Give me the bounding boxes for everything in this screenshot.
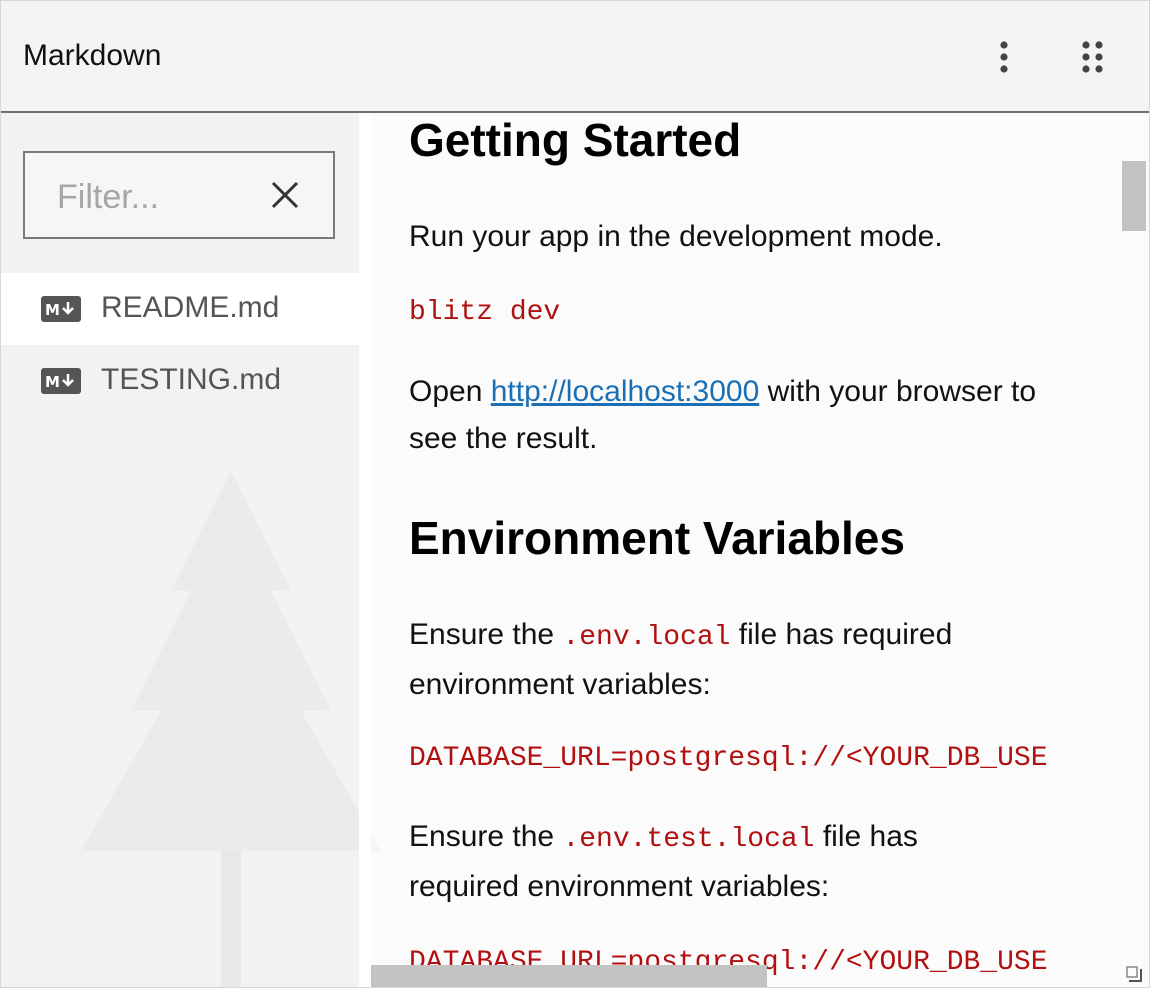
inline-code: .env.test.local [562,824,815,855]
markdown-window: Markdown M README.md [0,0,1150,988]
vertical-scrollbar-thumb[interactable] [1122,161,1146,231]
file-item-readme[interactable]: M README.md [1,273,359,345]
close-icon[interactable] [267,177,303,213]
paragraph: Ensure the .env.test.local file has requ… [409,813,989,910]
markdown-icon: M [41,296,81,322]
file-sidebar: M README.md M TESTING.md [1,113,359,987]
heading-getting-started: Getting Started [409,114,742,166]
paragraph: Open http://localhost:3000 with your bro… [409,368,1089,462]
text: Open [409,375,491,408]
more-vertical-icon[interactable] [991,39,1017,77]
code-block: blitz dev [409,297,561,328]
drag-grid-icon[interactable] [1076,39,1110,77]
paragraph: Ensure the .env.local file has required … [409,611,1049,708]
resize-handle-icon[interactable] [1125,965,1145,985]
text: Ensure the [409,618,563,651]
inline-code: .env.local [562,622,731,653]
horizontal-scrollbar-thumb[interactable] [371,965,767,987]
paragraph: Run your app in the development mode. [409,220,943,253]
markdown-preview: Getting Started Run your app in the deve… [371,113,1149,987]
text: Ensure the [409,820,563,853]
filter-input[interactable] [55,171,249,223]
filter-box [23,151,335,239]
markdown-icon: M [41,368,81,394]
svg-text:M: M [45,373,60,391]
file-label: TESTING.md [101,363,282,396]
pane-divider[interactable] [359,113,371,987]
localhost-link[interactable]: http://localhost:3000 [491,375,760,408]
svg-text:M: M [45,301,60,319]
file-item-testing[interactable]: M TESTING.md [1,345,359,417]
window-title: Markdown [23,39,162,72]
title-bar: Markdown [1,1,1149,113]
heading-environment-variables: Environment Variables [409,512,905,564]
code-block: DATABASE_URL=postgresql://<YOUR_DB_USE [409,743,1048,774]
file-label: README.md [101,291,280,324]
